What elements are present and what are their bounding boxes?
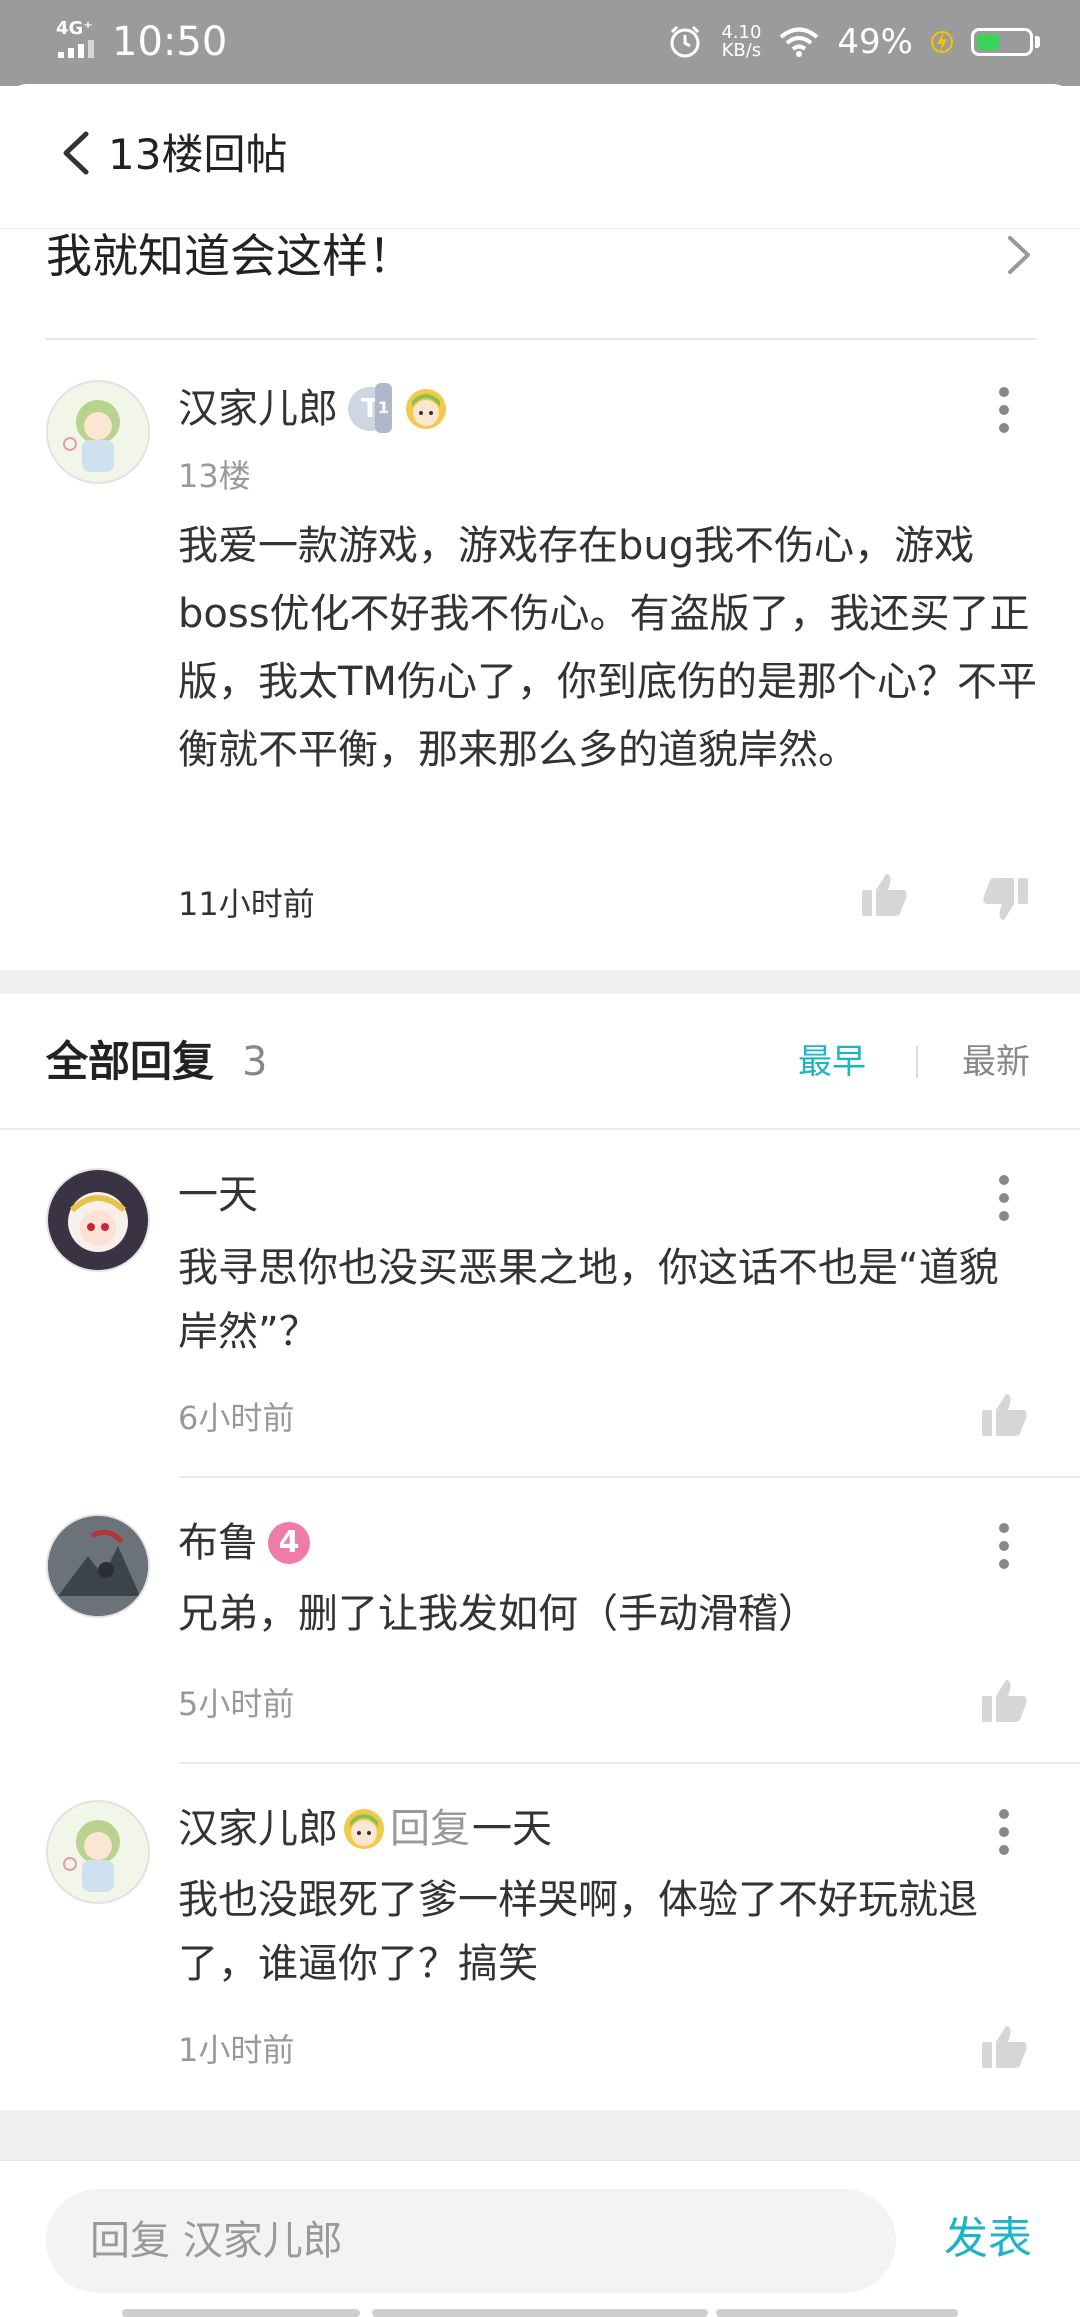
avatar-image <box>48 1170 148 1270</box>
sort-earliest-tab[interactable]: 最早 <box>798 1040 866 1084</box>
replies-count: 3 <box>242 1039 268 1085</box>
speed-unit: KB/s <box>721 40 762 61</box>
replies-title: 全部回复 <box>46 1037 215 1086</box>
thumbs-up-icon[interactable] <box>860 870 910 920</box>
reply-author: 布鲁 4 <box>178 1518 310 1568</box>
more-options-icon[interactable] <box>998 1522 1010 1570</box>
reply-author[interactable]: 一天 <box>178 1170 258 1220</box>
network-type: 4G⁺ <box>56 18 93 39</box>
reply-author-name[interactable]: 布鲁 <box>178 1518 258 1568</box>
post-content: 我爱一款游戏，游戏存在bug我不伤心，游戏boss优化不好我不伤心。有盗版了，我… <box>178 523 1037 773</box>
title-badge-level: 1 <box>374 383 392 433</box>
avatar[interactable] <box>46 1168 150 1272</box>
status-bar: 4G⁺ 10:50 4.10 KB/s 49% <box>0 0 1080 86</box>
charging-icon <box>931 31 953 53</box>
list-end-band <box>0 2110 1080 2160</box>
avatar[interactable] <box>46 1514 150 1618</box>
signal-icon <box>58 40 94 58</box>
reply-input[interactable] <box>46 2189 896 2293</box>
topic-link[interactable]: 我就知道会这样！ <box>46 222 1036 332</box>
avatar[interactable] <box>46 380 150 484</box>
thumbs-up-icon[interactable] <box>980 2022 1030 2072</box>
post-time: 11小时前 <box>178 885 315 923</box>
avatar-image <box>48 1516 148 1616</box>
divider <box>916 1046 918 1078</box>
reply-time: 5小时前 <box>178 1685 295 1723</box>
page-title: 13楼回帖 <box>108 130 288 179</box>
battery-percent: 49% <box>837 22 913 62</box>
divider <box>46 338 1036 340</box>
level-badge: 4 <box>268 1522 310 1564</box>
reply-time: 6小时前 <box>178 1399 295 1437</box>
network-speed: 4.10 KB/s <box>721 24 761 60</box>
character-badge-icon <box>344 1809 384 1849</box>
divider <box>178 1762 1080 1764</box>
reply-content: 兄弟，删了让我发如何（手动滑稽） <box>178 1591 818 1637</box>
sort-latest-tab[interactable]: 最新 <box>962 1040 1030 1084</box>
avatar-image <box>63 1820 120 1892</box>
reply-content: 我寻思你也没买恶果之地，你这话不也是“道貌岸然”？ <box>178 1245 999 1355</box>
reply-author-name[interactable]: 汉家儿郎 <box>178 1804 338 1854</box>
floor-number: 13楼 <box>178 457 251 495</box>
battery-icon <box>971 28 1033 56</box>
avatar-image <box>63 400 120 472</box>
wifi-icon <box>780 27 819 57</box>
thumbs-up-icon[interactable] <box>980 1390 1030 1440</box>
reply-target-name[interactable]: 一天 <box>472 1804 552 1854</box>
divider <box>0 1128 1080 1130</box>
post-author-name[interactable]: 汉家儿郎 <box>178 384 338 434</box>
reply-time: 1小时前 <box>178 2031 295 2069</box>
post-author: 汉家儿郎 T 1 <box>178 383 450 434</box>
character-badge-icon <box>406 389 446 429</box>
title-badge: T 1 <box>348 383 392 433</box>
reply-bar: 发表 <box>0 2160 1080 2317</box>
more-options-icon[interactable] <box>998 1808 1010 1856</box>
thumbs-up-icon[interactable] <box>980 1676 1030 1726</box>
section-separator <box>0 970 1080 994</box>
divider <box>178 1476 1080 1478</box>
more-options-icon[interactable] <box>998 386 1010 434</box>
back-arrow-icon[interactable] <box>56 128 96 178</box>
post-button[interactable]: 发表 <box>944 2209 1032 2269</box>
clock: 10:50 <box>112 19 228 65</box>
topic-title: 我就知道会这样！ <box>46 229 414 283</box>
alarm-icon <box>670 25 700 58</box>
reply-author: 汉家儿郎 回复 一天 <box>178 1804 552 1854</box>
thumbs-down-icon[interactable] <box>980 874 1030 924</box>
reply-content: 我也没跟死了爹一样哭啊，体验了不好玩就退了，谁逼你了？搞笑 <box>178 1877 978 1987</box>
reply-author-name[interactable]: 一天 <box>178 1170 258 1220</box>
page-header: 13楼回帖 <box>0 84 1080 229</box>
chevron-right-icon <box>1008 236 1030 274</box>
reply-to-label: 回复 <box>390 1806 470 1852</box>
avatar[interactable] <box>46 1800 150 1904</box>
more-options-icon[interactable] <box>998 1174 1010 1222</box>
